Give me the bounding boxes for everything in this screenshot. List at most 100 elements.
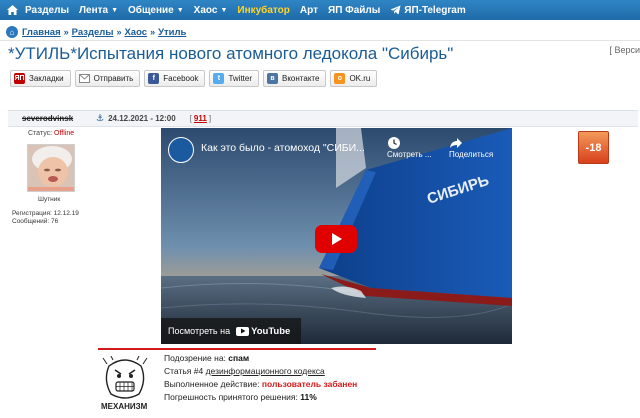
post-header: severodvinsk ⚓ 24.12.2021 - 12:00 [ 911 … — [8, 110, 638, 127]
ok-button[interactable]: о OK.ru — [330, 70, 378, 87]
registration-row: Регистрация: 12.12.19 — [12, 210, 79, 218]
registration-label: Регистрация: — [12, 210, 52, 217]
page-title: *УТИЛЬ*Испытания нового атомного ледокол… — [8, 44, 454, 63]
share-label: Twitter — [228, 74, 252, 83]
nav-label: Инкубатор — [237, 4, 290, 16]
chevron-down-icon: ▼ — [176, 6, 184, 14]
messages-row: Сообщений: 76 — [12, 218, 79, 226]
status-value: Offline — [54, 130, 75, 137]
nav-item-telegram[interactable]: ЯП-Telegram — [390, 4, 466, 16]
twitter-icon: t — [213, 73, 225, 84]
messages-count: 76 — [51, 218, 59, 225]
facebook-button[interactable]: f Facebook — [144, 70, 206, 87]
divider — [0, 40, 640, 41]
share-bar: ЯП Закладки Отправить f Facebook t Twitt… — [10, 70, 381, 87]
messages-label: Сообщений: — [12, 218, 50, 225]
suspicion-value: спам — [228, 353, 250, 363]
post-date: 24.12.2021 - 12:00 — [108, 114, 176, 123]
user-rank: Шутник — [38, 196, 61, 203]
share-label: Facebook — [163, 74, 199, 83]
nav-label: ЯП Файлы — [328, 4, 381, 16]
nav-label: Общение — [128, 4, 174, 16]
channel-logo[interactable] — [168, 137, 194, 163]
author-name[interactable]: severodvinsk — [22, 114, 96, 123]
breadcrumb-razdely[interactable]: Разделы — [72, 27, 114, 38]
page: Разделы Лента ▼ Общение ▼ Хаос ▼ Инкубатор … — [0, 0, 640, 418]
rage-face-icon — [101, 356, 149, 400]
facebook-icon: f — [148, 73, 160, 84]
error-label: Погрешность принятого решения: — [164, 392, 298, 402]
nav-item-inkubator[interactable]: Инкубатор — [237, 5, 290, 16]
youtube-icon — [236, 326, 250, 336]
nav-label: Хаос — [193, 4, 218, 16]
user-status: Статус: Offline — [28, 130, 74, 137]
yap-icon: ЯП — [14, 73, 25, 84]
error-row: Погрешность принятого решения: 11% — [164, 391, 357, 404]
breadcrumb: ⌂ Главная » Разделы » Хаос » Утиль — [6, 26, 186, 38]
post-number[interactable]: 911 — [194, 114, 207, 123]
article-link[interactable]: дезинформационного кодекса — [206, 366, 325, 376]
video-title[interactable]: Как это было - атомоход "СИБИ... — [201, 142, 365, 154]
error-value: 11% — [300, 392, 317, 402]
breadcrumb-separator: » — [63, 27, 69, 37]
top-nav: Разделы Лента ▼ Общение ▼ Хаос ▼ Инкубатор … — [0, 0, 640, 20]
share-video-label: Поделиться — [449, 150, 494, 159]
vk-button[interactable]: в Вконтакте — [263, 70, 327, 87]
send-button[interactable]: Отправить — [74, 70, 141, 87]
share-label: Вконтакте — [282, 74, 320, 83]
video-embed[interactable]: СИБИРЬ Как это было - атомоход "СИБИ... … — [161, 128, 512, 344]
avatar[interactable] — [27, 144, 75, 192]
breadcrumb-home[interactable]: Главная — [22, 27, 61, 38]
play-button[interactable] — [315, 225, 357, 253]
bracket: [ — [189, 114, 192, 123]
youtube-logo: YouTube — [236, 326, 290, 337]
home-icon[interactable] — [4, 3, 20, 17]
chevron-down-icon: ▼ — [220, 6, 228, 14]
breadcrumb-util[interactable]: Утиль — [158, 27, 186, 38]
nav-item-art[interactable]: Арт — [300, 5, 318, 16]
share-label: Отправить — [93, 74, 134, 83]
watch-later-button[interactable]: Смотреть ... — [387, 136, 432, 159]
nav-label: Разделы — [25, 4, 69, 16]
version-link[interactable]: [ Верси — [609, 45, 640, 55]
registration-date: 12.12.19 — [53, 210, 79, 217]
nav-label: ЯП-Telegram — [404, 4, 466, 16]
nav-item-razdely[interactable]: Разделы — [25, 5, 69, 16]
breadcrumb-separator: » — [150, 27, 156, 37]
breadcrumb-separator: » — [116, 27, 122, 37]
watch-on-youtube[interactable]: Посмотреть на YouTube — [161, 318, 301, 344]
nav-item-yap-files[interactable]: ЯП Файлы — [328, 5, 380, 16]
bookmark-button[interactable]: ЯП Закладки — [10, 70, 71, 87]
anchor-icon[interactable]: ⚓ — [96, 113, 104, 124]
nav-item-obshchenie[interactable]: Общение ▼ — [128, 5, 184, 16]
suspicion-label: Подозрение на: — [164, 353, 226, 363]
user-info: Регистрация: 12.12.19 Сообщений: 76 — [12, 210, 79, 226]
youtube-label: YouTube — [251, 325, 291, 337]
post-rating[interactable]: -18 — [578, 131, 609, 164]
article-prefix: Статья #4 — [164, 366, 204, 376]
home-icon: ⌂ — [6, 26, 18, 38]
chevron-down-icon: ▼ — [111, 6, 119, 14]
action-value: пользователь забанен — [261, 379, 358, 389]
mechanism-label: МЕХАНИЗМ — [101, 402, 148, 411]
share-video-button[interactable]: Поделиться — [449, 136, 493, 159]
clock-icon — [388, 137, 400, 149]
watch-later-label: Смотреть ... — [387, 150, 432, 159]
telegram-icon — [390, 5, 401, 15]
bracket: ] — [208, 114, 212, 123]
watch-on-label: Посмотреть на — [168, 326, 231, 336]
nav-label: Лента — [79, 4, 109, 16]
breadcrumb-haos[interactable]: Хаос — [124, 27, 147, 38]
signature-divider — [98, 348, 376, 350]
nav-item-lenta[interactable]: Лента ▼ — [79, 5, 118, 16]
moderation-notice: Подозрение на: спам Статья #4 дезинформа… — [164, 352, 357, 404]
nav-item-haos[interactable]: Хаос ▼ — [194, 5, 228, 16]
status-label: Статус: — [28, 130, 53, 137]
action-row: Выполненное действие: пользователь забан… — [164, 378, 357, 391]
suspicion-row: Подозрение на: спам — [164, 352, 357, 365]
share-icon — [450, 138, 462, 148]
twitter-button[interactable]: t Twitter — [209, 70, 259, 87]
ok-icon: о — [334, 73, 346, 84]
vk-icon: в — [267, 73, 278, 84]
share-label: Закладки — [29, 74, 64, 83]
